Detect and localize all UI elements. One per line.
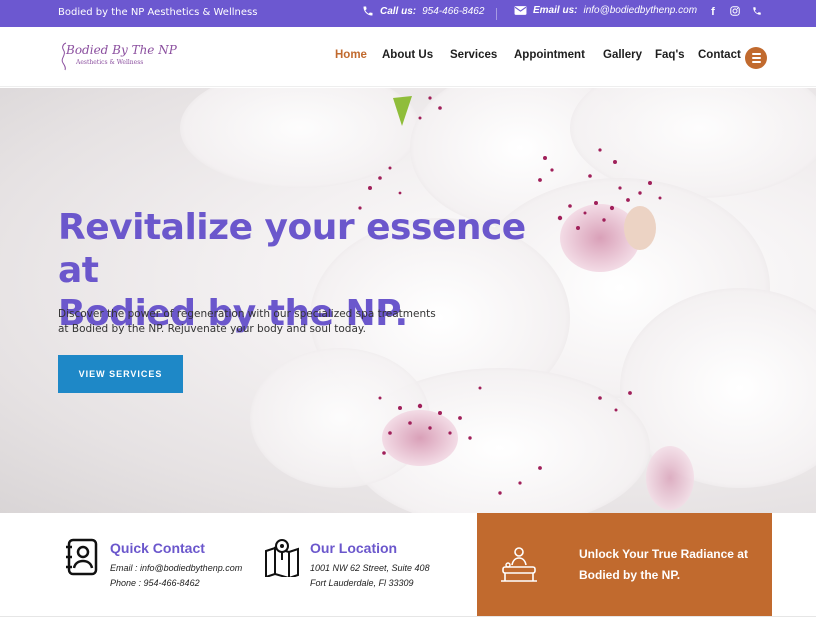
- call-label: Call us:: [380, 5, 417, 17]
- email-contact[interactable]: Email us: info@bodiedbythenp.com: [514, 5, 697, 16]
- nav-item-home[interactable]: Home: [335, 49, 367, 61]
- hero-title-line-1: Revitalize your essence at: [58, 207, 526, 291]
- envelope-icon: [514, 6, 527, 15]
- location-address-line-1: 1001 NW 62 Street, Suite 408: [310, 563, 430, 573]
- spa-massage-icon: [501, 547, 537, 582]
- top-bar: Bodied by the NP Aesthetics & Wellness C…: [0, 0, 816, 27]
- quick-contact-phone[interactable]: Phone : 954-466-8462: [110, 578, 200, 588]
- site-logo[interactable]: Bodied By The NP Aesthetics & Wellness: [58, 41, 177, 73]
- quick-contact-email[interactable]: Email : info@bodiedbythenp.com: [110, 563, 242, 573]
- facebook-icon[interactable]: f: [706, 6, 720, 19]
- quick-contact-card: Quick Contact Email : info@bodiedbythenp…: [64, 537, 264, 607]
- quick-contact-title: Quick Contact: [110, 540, 205, 556]
- location-address-line-2: Fort Lauderdale, Fl 33309: [310, 578, 414, 588]
- logo-script: Bodied By The NP: [66, 43, 177, 57]
- hero-section: Revitalize your essence at Bodied by the…: [0, 88, 816, 513]
- divider: [496, 8, 497, 20]
- call-number[interactable]: 954-466-8462: [422, 6, 484, 17]
- nav-item-appointment[interactable]: Appointment: [514, 49, 594, 61]
- nav-item-contact[interactable]: Contact: [698, 49, 748, 61]
- instagram-icon[interactable]: [728, 6, 742, 19]
- location-card: Our Location 1001 NW 62 Street, Suite 40…: [264, 537, 464, 607]
- social-links: f: [706, 6, 772, 19]
- promo-banner[interactable]: Unlock Your True Radiance at Bodied by t…: [477, 513, 772, 617]
- address-book-icon: [66, 538, 98, 576]
- logo-subtitle: Aesthetics & Wellness: [76, 59, 144, 66]
- email-address[interactable]: info@bodiedbythenp.com: [583, 5, 697, 16]
- menu-toggle-icon[interactable]: [745, 47, 767, 69]
- main-navigation: Bodied By The NP Aesthetics & Wellness H…: [0, 27, 816, 87]
- phone-icon: [363, 6, 373, 16]
- view-services-button[interactable]: VIEW SERVICES: [58, 355, 183, 393]
- phone-icon[interactable]: [750, 6, 764, 19]
- map-pin-icon: [265, 539, 299, 577]
- info-strip: Quick Contact Email : info@bodiedbythenp…: [0, 513, 816, 617]
- location-title: Our Location: [310, 540, 398, 556]
- nav-item-gallery[interactable]: Gallery: [603, 49, 653, 61]
- email-label: Email us:: [533, 5, 578, 16]
- tagline: Bodied by the NP Aesthetics & Wellness: [58, 7, 258, 18]
- hero-description: Discover the power of regeneration with …: [58, 308, 436, 335]
- nav-item-faqs[interactable]: Faq's: [655, 49, 695, 61]
- nav-item-about-us[interactable]: About Us: [382, 49, 442, 61]
- call-contact[interactable]: Call us: 954-466-8462: [362, 5, 484, 17]
- nav-item-services[interactable]: Services: [450, 49, 510, 61]
- promo-text: Unlock Your True Radiance at Bodied by t…: [579, 547, 748, 582]
